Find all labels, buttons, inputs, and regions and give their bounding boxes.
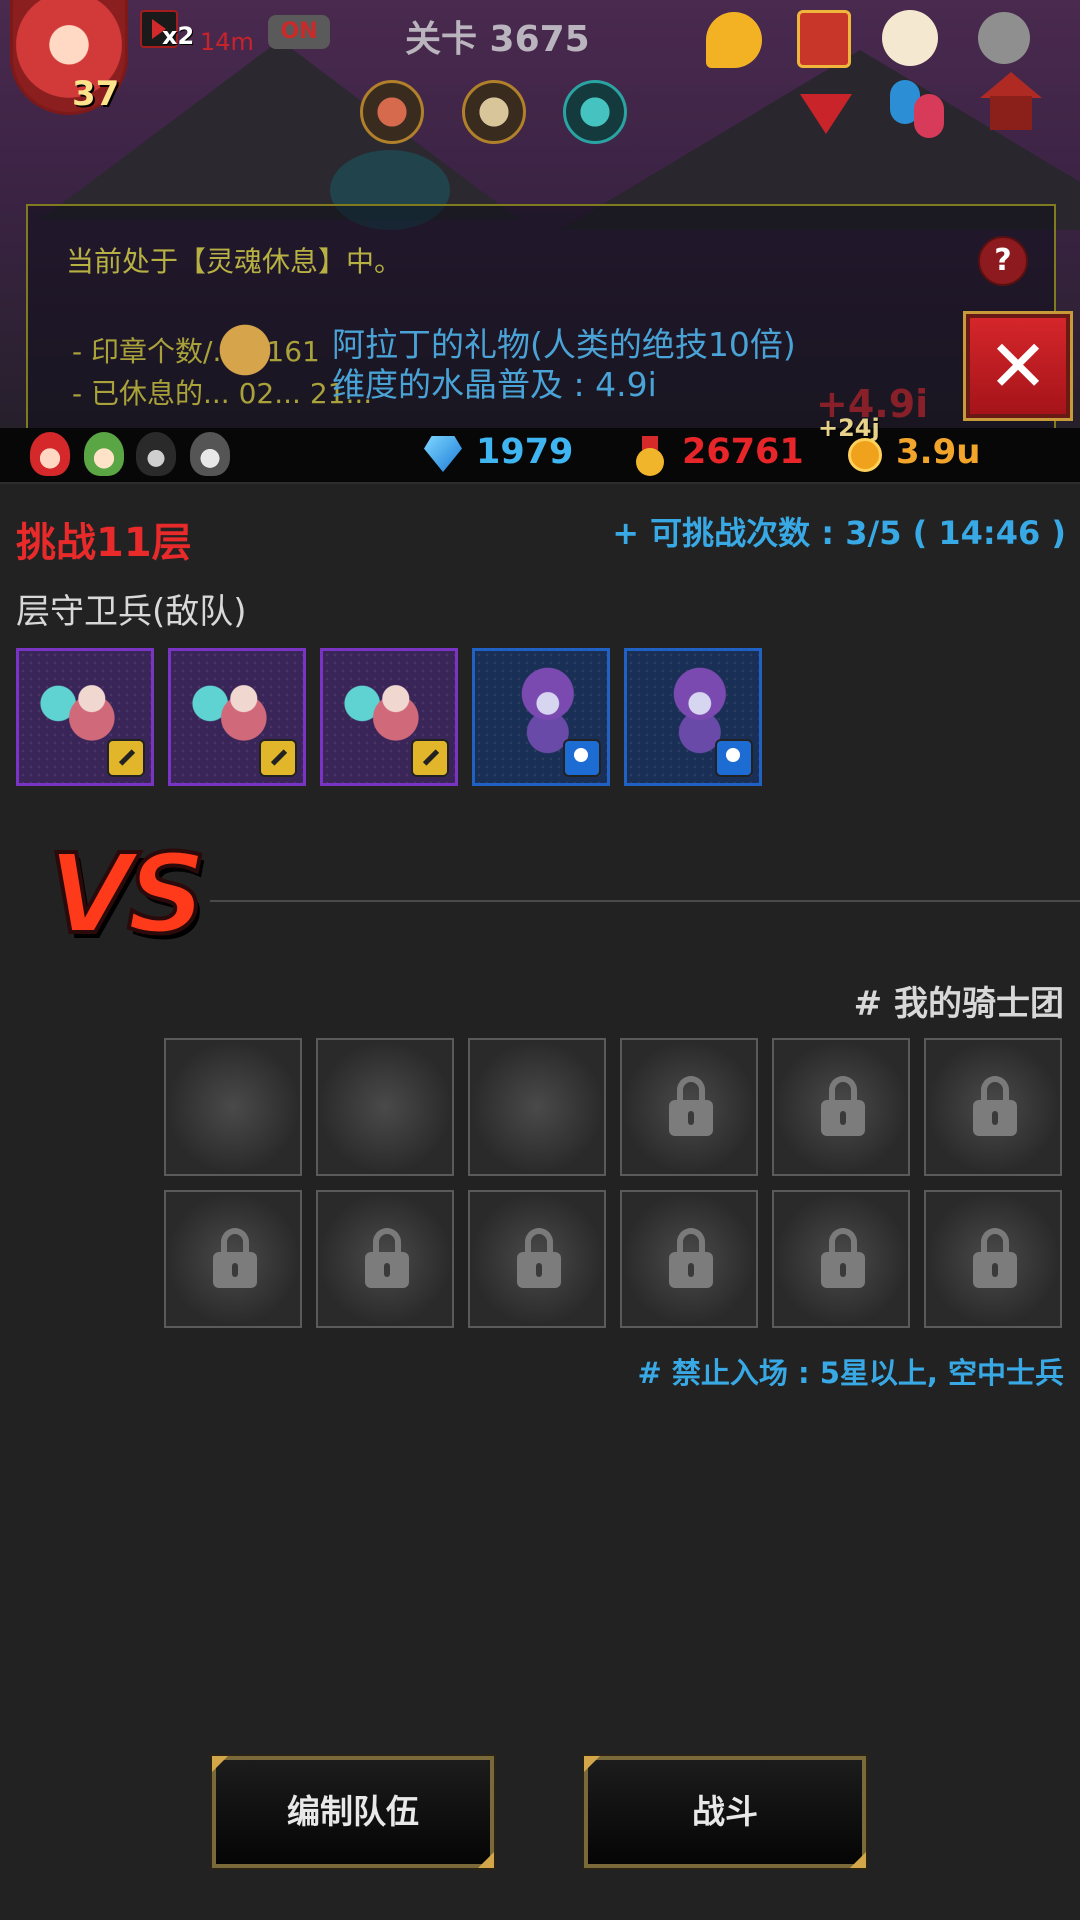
- team-slot-empty[interactable]: [468, 1038, 606, 1176]
- enemy-card[interactable]: [16, 648, 154, 786]
- close-icon: ✕: [987, 324, 1049, 408]
- house-icon[interactable]: [980, 72, 1042, 134]
- vs-logo: VS: [46, 828, 228, 960]
- lock-icon: [819, 1076, 867, 1140]
- team-slot-locked[interactable]: [164, 1190, 302, 1328]
- magic-class-icon: [715, 739, 753, 777]
- my-team-label: # 我的骑士团: [853, 984, 1064, 1024]
- enemy-team-label: 层守卫兵(敌队): [16, 592, 247, 632]
- lock-icon: [667, 1228, 715, 1292]
- lock-icon: [515, 1228, 563, 1292]
- team-slot-locked[interactable]: [468, 1190, 606, 1328]
- battle-button[interactable]: 战斗: [582, 1754, 868, 1870]
- gift-crystal-text: 维度的水晶普及 : 4.9i: [332, 365, 657, 404]
- edit-team-button[interactable]: 编制队伍: [210, 1754, 496, 1870]
- skill-spirit-icon[interactable]: [563, 80, 627, 144]
- speed-multiplier: x2: [162, 22, 195, 50]
- dropdown-triangle-icon[interactable]: [800, 94, 852, 134]
- help-icon[interactable]: ?: [978, 236, 1028, 286]
- hero-dark-icon[interactable]: [136, 432, 176, 476]
- team-slot-locked[interactable]: [772, 1190, 910, 1328]
- sword-class-icon: [107, 739, 145, 777]
- hero-robot-icon[interactable]: [190, 432, 230, 476]
- lock-icon: [971, 1076, 1019, 1140]
- team-slot-locked[interactable]: [316, 1190, 454, 1328]
- gold-count: 3.9u: [896, 432, 981, 472]
- enemy-card[interactable]: [168, 648, 306, 786]
- stage-title: 关卡 3675: [405, 19, 590, 60]
- close-button[interactable]: ✕: [963, 311, 1073, 421]
- attempts-counter[interactable]: + 可挑战次数 : 3/5 ( 14:46 ): [612, 508, 1066, 554]
- restriction-note: # 禁止入场 : 5星以上, 空中士兵: [637, 1356, 1064, 1390]
- team-slot-locked[interactable]: [620, 1190, 758, 1328]
- lock-icon: [363, 1228, 411, 1292]
- lock-icon: [819, 1228, 867, 1292]
- medal-icon: [634, 436, 666, 476]
- chat-icon[interactable]: [706, 12, 762, 68]
- hero-green-icon[interactable]: [84, 432, 124, 476]
- bonus-float-text: +24j: [818, 414, 880, 442]
- hero-red-icon[interactable]: [30, 432, 70, 476]
- magic-class-icon: [563, 739, 601, 777]
- knight-sprite: [205, 318, 285, 398]
- team-slot-locked[interactable]: [772, 1038, 910, 1176]
- speed-time-remaining: 14m: [200, 28, 254, 56]
- lock-icon: [667, 1076, 715, 1140]
- enemy-card[interactable]: [472, 648, 610, 786]
- angel-icon[interactable]: [882, 10, 938, 66]
- gear-icon[interactable]: [978, 12, 1030, 64]
- team-slot-locked[interactable]: [924, 1038, 1062, 1176]
- gold-coin-icon: [848, 438, 882, 472]
- friends-icon[interactable]: [890, 80, 950, 140]
- enemy-card[interactable]: [320, 648, 458, 786]
- team-slot-empty[interactable]: [316, 1038, 454, 1176]
- divider: [210, 900, 1080, 902]
- lock-icon: [211, 1228, 259, 1292]
- medal-count: 26761: [682, 432, 804, 472]
- challenge-title: 挑战11层: [16, 520, 192, 566]
- team-slot-locked[interactable]: [924, 1190, 1062, 1328]
- skill-horn-icon[interactable]: [462, 80, 526, 144]
- team-slot-empty[interactable]: [164, 1038, 302, 1176]
- crossed-swords-icon[interactable]: [797, 10, 851, 68]
- team-slot-locked[interactable]: [620, 1038, 758, 1176]
- gem-count: 1979: [476, 432, 574, 472]
- vs-text: VS: [46, 828, 208, 960]
- auto-toggle[interactable]: ON: [268, 15, 330, 49]
- lock-icon: [971, 1228, 1019, 1292]
- player-level: 37: [72, 74, 120, 114]
- rest-status-text: 当前处于【灵魂休息】中。: [66, 245, 403, 278]
- sword-class-icon: [259, 739, 297, 777]
- sword-class-icon: [411, 739, 449, 777]
- skill-fire-icon[interactable]: [360, 80, 424, 144]
- enemy-card[interactable]: [624, 648, 762, 786]
